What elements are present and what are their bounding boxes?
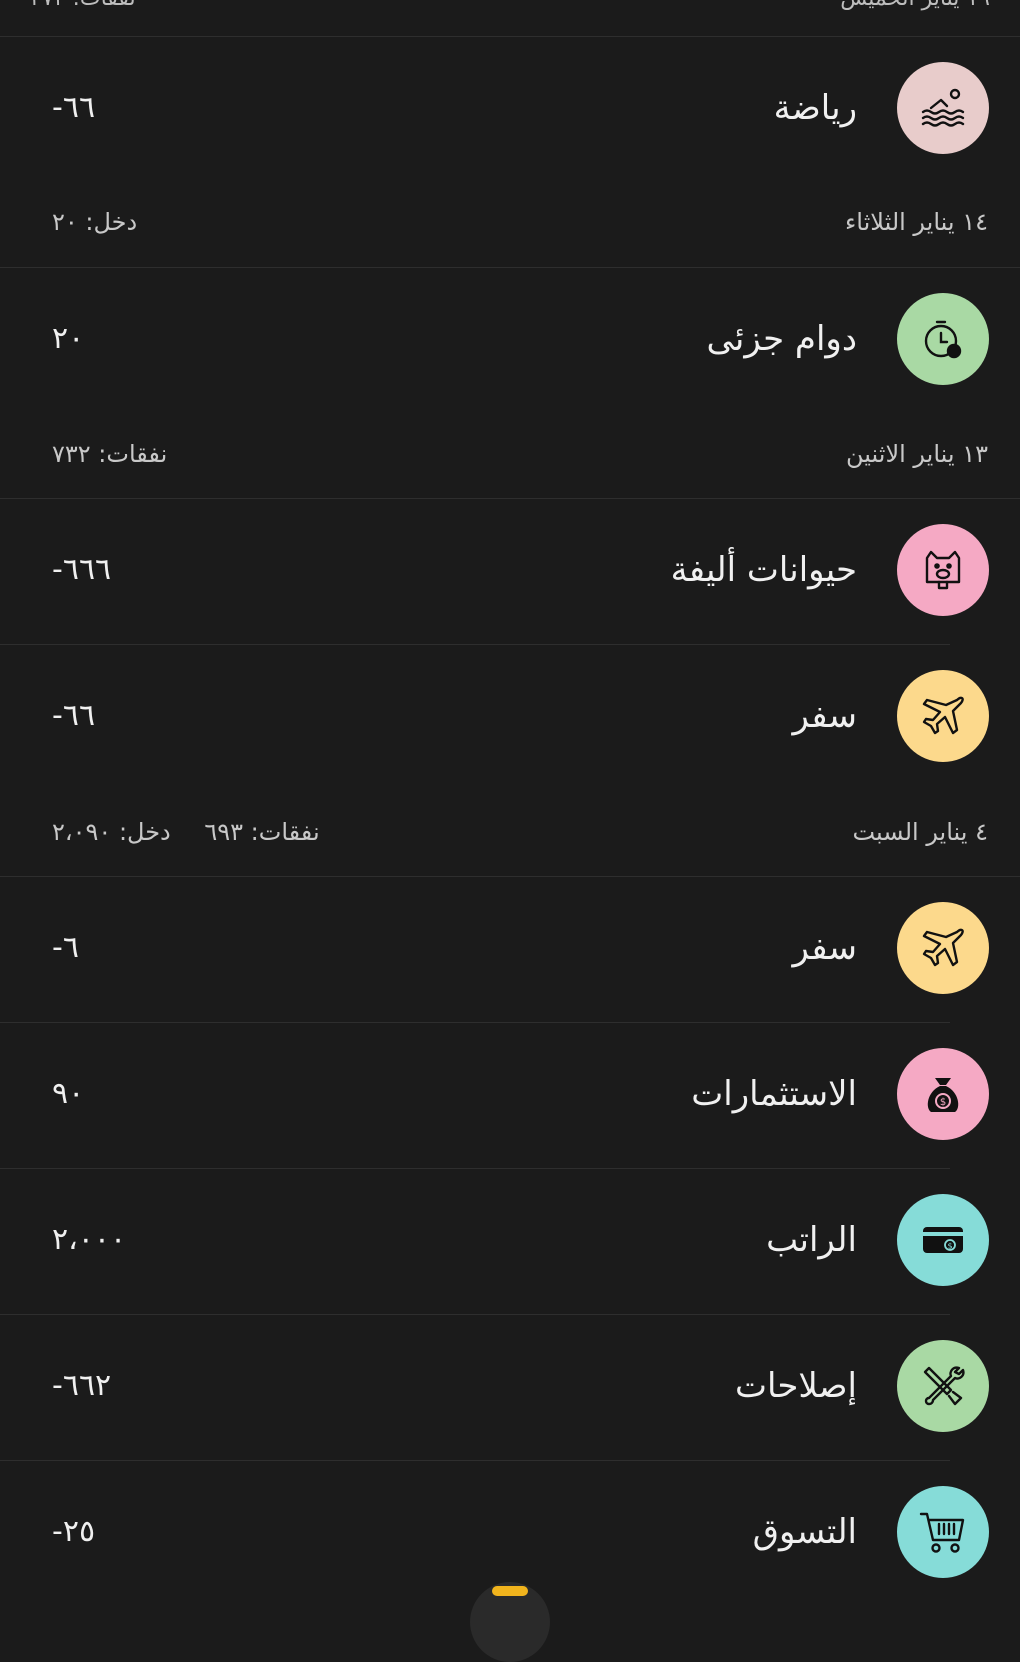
- category-icon: [897, 62, 989, 154]
- transaction-amount: ٦-: [52, 930, 79, 965]
- category-name: سفر: [792, 928, 857, 968]
- expense-total: نفقات: ٦٩٣: [204, 818, 320, 846]
- clock-money-icon: [924, 320, 962, 359]
- transaction-row[interactable]: سفر ٦-: [0, 876, 1020, 1022]
- category-icon: [897, 1486, 989, 1578]
- category-name: الراتب: [766, 1220, 857, 1260]
- transaction-amount: ٦٦٦-: [52, 552, 112, 587]
- date-label: ١٦ يناير الخميس: [840, 0, 990, 11]
- category-icon: [897, 1340, 989, 1432]
- category-name: دوام جزئى: [706, 319, 857, 359]
- transaction-amount: ٢،٠٠٠: [52, 1222, 127, 1257]
- transaction-row[interactable]: حيوانات أليفة ٦٦٦-: [0, 498, 1020, 644]
- category-icon: $: [897, 1048, 989, 1140]
- date-label: ٤ يناير السبت: [852, 818, 988, 846]
- salary-card-icon: $: [923, 1227, 963, 1253]
- transaction-row[interactable]: دوام جزئى ٢٠: [0, 267, 1020, 413]
- date-header: ١٣ يناير الاثنين نفقات: ٧٣٢: [0, 434, 1020, 474]
- date-header: ٤ يناير السبت نفقات: ٦٩٣ دخل: ٢،٠٩٠: [0, 812, 1020, 852]
- date-label: ١٤ يناير الثلاثاء: [844, 208, 988, 236]
- category-icon: [897, 902, 989, 994]
- day-summary: نفقات: ٦٩٣ دخل: ٢،٠٩٠: [26, 812, 320, 852]
- transaction-row[interactable]: $ الراتب ٢،٠٠٠: [0, 1168, 1020, 1314]
- category-icon: $: [897, 1194, 989, 1286]
- category-name: التسوق: [752, 1512, 857, 1552]
- category-icon: [897, 293, 989, 385]
- income-total: دخل: ٢٠: [52, 208, 138, 236]
- date-label: ١٣ يناير الاثنين: [846, 440, 988, 468]
- add-transaction-button[interactable]: [470, 1582, 550, 1662]
- transaction-amount: ٦٦٢-: [52, 1368, 112, 1403]
- transaction-amount: ٦٦-: [52, 90, 96, 125]
- day-summary: دخل: ٢٠: [26, 202, 137, 242]
- swimming-icon: [921, 88, 965, 127]
- category-name: حيوانات أليفة: [670, 550, 857, 590]
- category-icon: [897, 524, 989, 616]
- category-name: سفر: [792, 696, 857, 736]
- svg-text:$: $: [940, 1097, 946, 1108]
- tools-icon: [923, 1366, 965, 1406]
- day-summary: نفقات: ٣٧٢: [30, 0, 136, 11]
- transaction-row[interactable]: سفر ٦٦-: [0, 644, 1020, 790]
- svg-text:$: $: [947, 1242, 952, 1251]
- category-icon: [897, 670, 989, 762]
- date-header: ١٤ يناير الثلاثاء دخل: ٢٠: [0, 202, 1020, 242]
- airplane-icon: [922, 928, 964, 967]
- category-name: إصلاحات: [735, 1366, 857, 1406]
- transaction-amount: ٩٠: [52, 1076, 85, 1111]
- expense-total: نفقات: ٧٣٢: [52, 440, 168, 468]
- airplane-icon: [922, 696, 964, 735]
- day-summary: نفقات: ٧٣٢: [26, 434, 167, 474]
- transaction-row[interactable]: إصلاحات ٦٦٢-: [0, 1314, 1020, 1460]
- pet-icon: [925, 550, 961, 590]
- income-total: دخل: ٢،٠٩٠: [52, 818, 171, 846]
- category-name: رياضة: [773, 88, 857, 128]
- category-name: الاستثمارات: [691, 1074, 857, 1114]
- transaction-row[interactable]: رياضة ٦٦-: [0, 36, 1020, 182]
- date-header-partial: ١٦ يناير الخميس نفقات: ٣٧٢: [0, 0, 1020, 26]
- transaction-row[interactable]: $ الاستثمارات ٩٠: [0, 1022, 1020, 1168]
- transaction-amount: ٦٦-: [52, 698, 96, 733]
- transaction-amount: ٢٥-: [52, 1514, 96, 1549]
- money-bag-icon: $: [927, 1078, 959, 1112]
- shopping-cart-icon: [919, 1512, 965, 1553]
- transaction-amount: ٢٠: [52, 321, 85, 356]
